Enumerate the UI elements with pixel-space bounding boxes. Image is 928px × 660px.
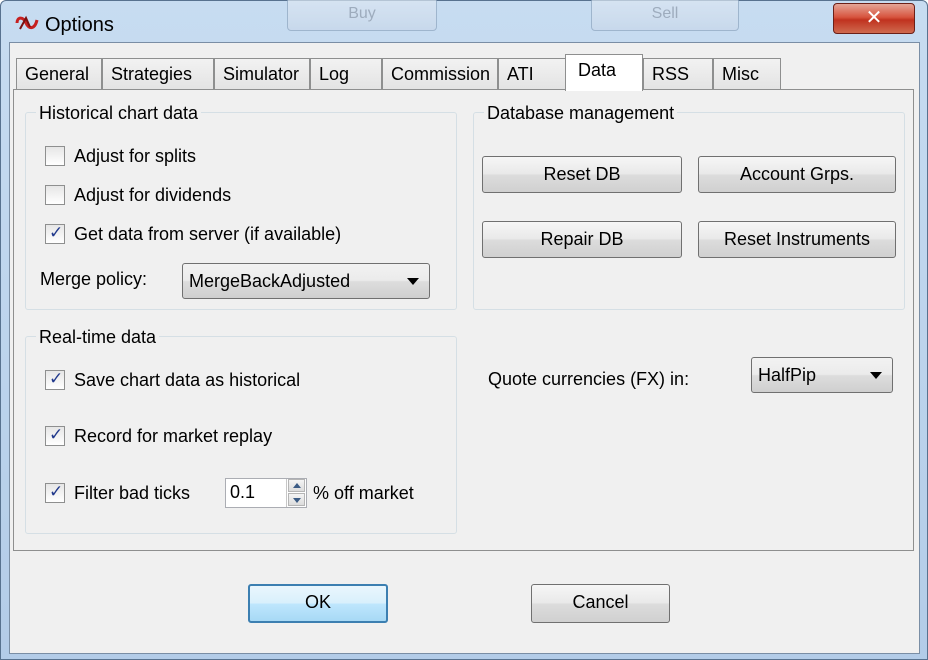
tab-rss[interactable]: RSS [643,58,713,90]
filter-percent-value: 0.1 [230,482,256,502]
arrow-up-icon [293,483,301,488]
dialog-client: General Strategies Simulator Log Commiss… [9,42,920,654]
database-management-group: Database management Reset DB Account Grp… [473,103,905,310]
filter-bad-ticks-checkbox[interactable]: ✓ [45,482,65,503]
checkmark-icon: ✓ [49,425,64,444]
adjust-dividends-option[interactable]: Adjust for dividends [45,184,231,206]
save-chart-data-checkbox[interactable]: ✓ [45,369,65,390]
arrow-down-icon [293,498,301,503]
stepper-up-button[interactable] [288,479,305,492]
real-time-data-group: Real-time data ✓ Save chart data as hist… [25,327,457,534]
record-market-replay-option[interactable]: ✓ Record for market replay [45,425,272,447]
chevron-down-icon [870,372,882,379]
tab-commission[interactable]: Commission [382,58,498,90]
tab-data[interactable]: Data [565,54,643,91]
adjust-dividends-checkbox[interactable] [45,185,65,205]
tab-log[interactable]: Log [310,58,382,90]
reset-db-button[interactable]: Reset DB [482,156,682,193]
tab-simulator[interactable]: Simulator [214,58,310,90]
record-market-replay-checkbox[interactable]: ✓ [45,425,65,446]
data-tab-page: Historical chart data Adjust for splits … [13,89,914,551]
filter-percent-stepper[interactable]: 0.1 [225,478,307,508]
options-window: Buy Sell Options ✕ General Strategies Si… [0,0,928,660]
get-data-from-server-label: Get data from server (if available) [74,223,342,244]
background-sell-button: Sell [591,0,739,31]
checkmark-icon: ✓ [49,223,64,242]
quote-currencies-dropdown[interactable]: HalfPip [751,357,893,393]
realtime-group-title: Real-time data [36,327,160,347]
save-chart-data-option[interactable]: ✓ Save chart data as historical [45,369,300,391]
quote-currencies-value: HalfPip [758,365,817,385]
adjust-dividends-label: Adjust for dividends [74,184,232,205]
stepper-buttons [286,479,306,507]
window-title: Options [45,14,114,36]
quote-currencies-label: Quote currencies (FX) in: [488,369,690,389]
tab-misc[interactable]: Misc [713,58,781,90]
historical-chart-data-group: Historical chart data Adjust for splits … [25,103,457,310]
close-button[interactable]: ✕ [833,3,915,34]
get-data-from-server-option[interactable]: ✓ Get data from server (if available) [45,223,341,245]
adjust-splits-option[interactable]: Adjust for splits [45,145,196,167]
adjust-splits-checkbox[interactable] [45,146,65,166]
merge-policy-label: Merge policy: [40,269,148,289]
filter-bad-ticks-label: Filter bad ticks [74,482,191,503]
get-data-from-server-checkbox[interactable]: ✓ [45,223,65,244]
stepper-down-button[interactable] [288,493,305,506]
record-market-replay-label: Record for market replay [74,425,273,446]
save-chart-data-label: Save chart data as historical [74,369,301,390]
checkmark-icon: ✓ [49,369,64,388]
tab-ati[interactable]: ATI [498,58,570,90]
tab-strategies[interactable]: Strategies [102,58,214,90]
database-group-title: Database management [484,103,678,123]
checkmark-icon: ✓ [49,482,64,501]
merge-policy-value: MergeBackAdjusted [189,271,351,291]
merge-policy-dropdown[interactable]: MergeBackAdjusted [182,263,430,299]
app-logo-icon [15,15,39,30]
background-buy-button: Buy [287,0,437,31]
filter-bad-ticks-option[interactable]: ✓ Filter bad ticks [45,482,190,504]
reset-instruments-button[interactable]: Reset Instruments [698,221,896,258]
chevron-down-icon [407,278,419,285]
adjust-splits-label: Adjust for splits [74,145,197,166]
cancel-button[interactable]: Cancel [531,584,670,623]
ok-button[interactable]: OK [248,584,388,623]
tab-general[interactable]: General [16,58,102,90]
off-market-label: % off market [313,483,414,503]
account-grps-button[interactable]: Account Grps. [698,156,896,193]
repair-db-button[interactable]: Repair DB [482,221,682,258]
historical-group-title: Historical chart data [36,103,202,123]
